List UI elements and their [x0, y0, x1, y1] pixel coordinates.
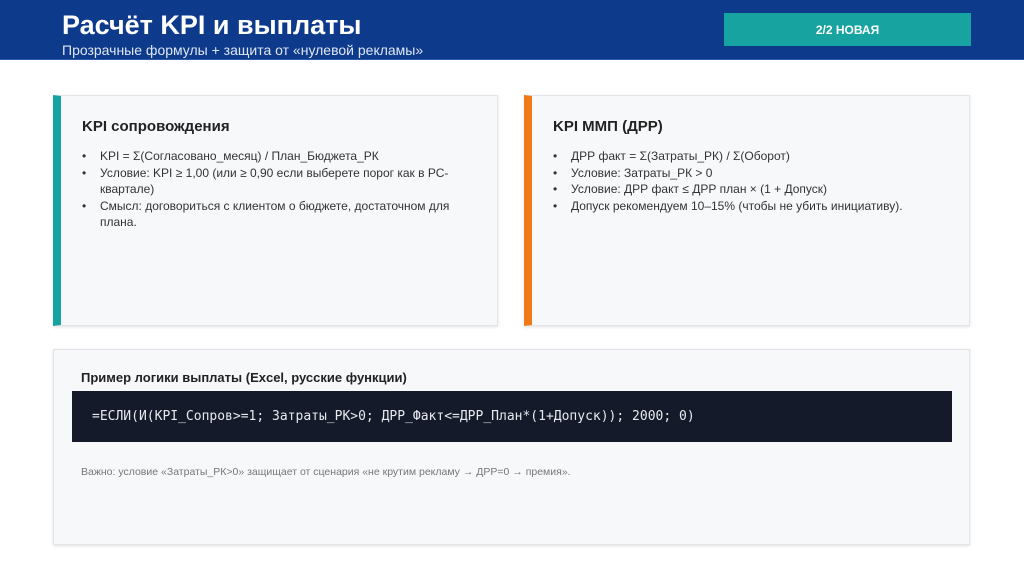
example-note: Важно: условие «Затраты_РК>0» защищает о… [81, 466, 571, 478]
list-item: Смысл: договориться с клиентом о бюджете… [82, 198, 477, 231]
page-title: Расчёт KPI и выплаты [62, 10, 362, 40]
list-item: Условие: KPI ≥ 1,00 (или ≥ 0,90 если выб… [82, 165, 477, 198]
bullet-list: ДРР факт = Σ(Затраты_РК) / Σ(Оборот) Усл… [553, 148, 949, 214]
card-title: KPI ММП (ДРР) [553, 118, 663, 135]
code-block: =ЕСЛИ(И(KPI_Сопров>=1; Затраты_РК>0; ДРР… [72, 391, 952, 442]
header-bar: Расчёт KPI и выплаты Прозрачные формулы … [0, 0, 1024, 60]
bullet-list: KPI = Σ(Согласовано_месяц) / План_Бюджет… [82, 148, 477, 231]
list-item: Допуск рекомендуем 10–15% (чтобы не убит… [553, 198, 949, 215]
payout-example-card: Пример логики выплаты (Excel, русские фу… [53, 349, 970, 545]
page-subtitle: Прозрачные формулы + защита от «нулевой … [62, 42, 424, 58]
slide-badge: 2/2 НОВАЯ [724, 13, 971, 46]
list-item: KPI = Σ(Согласовано_месяц) / План_Бюджет… [82, 148, 477, 165]
example-title: Пример логики выплаты (Excel, русские фу… [81, 370, 407, 385]
kpi-mmp-card: KPI ММП (ДРР) ДРР факт = Σ(Затраты_РК) /… [524, 95, 970, 326]
kpi-support-card: KPI сопровождения KPI = Σ(Согласовано_ме… [53, 95, 498, 326]
list-item: Условие: ДРР факт ≤ ДРР план × (1 + Допу… [553, 181, 949, 198]
list-item: Условие: Затраты_РК > 0 [553, 165, 949, 182]
list-item: ДРР факт = Σ(Затраты_РК) / Σ(Оборот) [553, 148, 949, 165]
card-title: KPI сопровождения [82, 118, 230, 135]
